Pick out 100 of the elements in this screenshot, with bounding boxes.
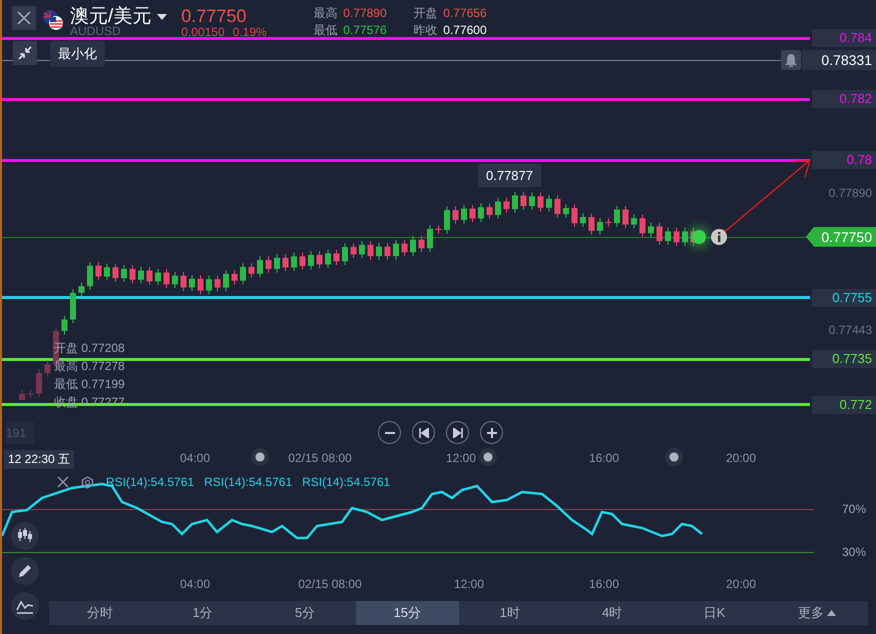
price-level-line[interactable] bbox=[2, 36, 810, 40]
indicator-settings-button[interactable] bbox=[81, 476, 94, 488]
candlestick bbox=[44, 360, 50, 378]
time-label: 12:00 bbox=[446, 451, 476, 465]
candlestick bbox=[512, 191, 518, 214]
candlestick bbox=[580, 212, 586, 228]
candlestick bbox=[232, 270, 238, 285]
candlestick bbox=[104, 263, 110, 281]
candlestick bbox=[206, 275, 212, 295]
price-level-label: 0.7755 bbox=[812, 288, 876, 307]
event-marker[interactable] bbox=[251, 448, 269, 466]
rsi-level-label: 70% bbox=[842, 502, 866, 516]
time-label: 16:00 bbox=[588, 577, 620, 591]
info-button[interactable] bbox=[711, 228, 727, 245]
candlestick bbox=[62, 315, 68, 336]
previous-button[interactable] bbox=[412, 421, 435, 444]
settings-icon bbox=[81, 476, 94, 488]
candlestick bbox=[266, 256, 272, 274]
candlestick bbox=[78, 282, 84, 297]
candlestick bbox=[572, 204, 578, 228]
candlestick bbox=[350, 242, 356, 259]
candlestick bbox=[546, 194, 552, 212]
candlestick bbox=[130, 264, 136, 284]
alert-button[interactable] bbox=[781, 50, 801, 70]
candlestick bbox=[588, 212, 594, 235]
zoom-in-button[interactable] bbox=[480, 421, 503, 444]
price-level-line[interactable] bbox=[2, 158, 810, 162]
candlestick bbox=[461, 204, 467, 224]
candlestick bbox=[384, 242, 390, 260]
current-price-tag: 0.77750 bbox=[806, 226, 876, 247]
symbol-code: AUDUSD bbox=[70, 26, 121, 37]
draw-button[interactable] bbox=[11, 557, 39, 585]
candlestick bbox=[325, 249, 331, 269]
candlestick bbox=[28, 389, 34, 398]
period-tab[interactable]: 1分 bbox=[151, 601, 254, 625]
period-tab[interactable]: 日K bbox=[663, 601, 766, 625]
period-tab[interactable]: 4时 bbox=[560, 601, 664, 625]
price-level-line[interactable] bbox=[2, 98, 810, 101]
candlestick bbox=[418, 236, 424, 252]
indicator-button[interactable] bbox=[11, 592, 39, 620]
period-tab[interactable]: 分时 bbox=[49, 601, 152, 625]
event-marker[interactable] bbox=[665, 448, 683, 466]
price-level-label: 0.78 bbox=[812, 151, 876, 170]
ohlc-value: 最低 0.77199 bbox=[54, 376, 125, 393]
last-price: 0.77750 bbox=[181, 6, 248, 26]
price-level-label: 0.772 bbox=[812, 396, 876, 414]
price-level-line[interactable] bbox=[2, 358, 810, 361]
period-tab[interactable]: 5分 bbox=[254, 601, 356, 625]
candlestick bbox=[436, 224, 442, 234]
price-tooltip: 0.77877 bbox=[478, 164, 541, 187]
candlestick bbox=[121, 264, 127, 282]
period-tab[interactable]: 1时 bbox=[458, 601, 561, 625]
candlestick bbox=[554, 194, 560, 218]
candlestick bbox=[308, 250, 314, 270]
next-button[interactable] bbox=[446, 421, 469, 444]
candlestick bbox=[376, 242, 382, 260]
candlestick bbox=[240, 262, 246, 285]
candlestick bbox=[146, 266, 152, 286]
time-label: 04:00 bbox=[180, 451, 210, 465]
candlestick bbox=[198, 274, 204, 295]
live-price-dot bbox=[692, 230, 706, 244]
price-level-label: 0.7735 bbox=[812, 350, 876, 368]
candlestick bbox=[504, 197, 510, 214]
candlestick bbox=[316, 250, 322, 269]
candlestick bbox=[682, 227, 688, 246]
cursor-time-label: 12 22:30 五 bbox=[4, 450, 74, 469]
stat-label: 昨收 bbox=[413, 23, 438, 37]
skip-back-icon bbox=[418, 428, 428, 438]
price-change: 0.00150 bbox=[181, 26, 225, 39]
chart-type-button[interactable] bbox=[11, 522, 39, 550]
period-tab[interactable]: 15分 bbox=[356, 601, 458, 625]
candlestick bbox=[172, 272, 178, 288]
time-label: 12:00 bbox=[454, 577, 484, 591]
symbol-selector[interactable]: 澳元/美元 bbox=[70, 6, 168, 28]
candlestick bbox=[656, 222, 662, 246]
candlestick bbox=[334, 249, 340, 266]
minimize-button[interactable] bbox=[13, 41, 37, 65]
candlestick bbox=[342, 242, 348, 266]
candlestick bbox=[495, 197, 501, 220]
percent-change: 0.19% bbox=[232, 26, 267, 39]
close-button[interactable] bbox=[12, 6, 36, 30]
zoom-out-button[interactable] bbox=[378, 421, 401, 444]
candlestick bbox=[529, 192, 535, 210]
period-tab[interactable]: 更多 bbox=[766, 601, 868, 625]
candlestick bbox=[274, 254, 280, 274]
price-level-label: 0.782 bbox=[812, 90, 876, 108]
rsi-value: RSI(14):54.5761 bbox=[204, 475, 292, 489]
candlestick bbox=[563, 204, 569, 218]
candlestick bbox=[597, 218, 603, 235]
event-marker[interactable] bbox=[479, 448, 497, 466]
time-label: 04:00 bbox=[180, 577, 210, 591]
price-level-line[interactable] bbox=[2, 296, 810, 300]
candlestick bbox=[189, 274, 195, 292]
candlestick bbox=[155, 268, 161, 286]
candlestick bbox=[164, 268, 170, 288]
candlestick bbox=[368, 240, 374, 260]
time-label: 02/15 08:00 bbox=[298, 577, 362, 591]
remove-indicator-button[interactable] bbox=[57, 476, 69, 488]
candlestick bbox=[393, 239, 399, 260]
stat-value: 0.77890 bbox=[343, 6, 387, 20]
